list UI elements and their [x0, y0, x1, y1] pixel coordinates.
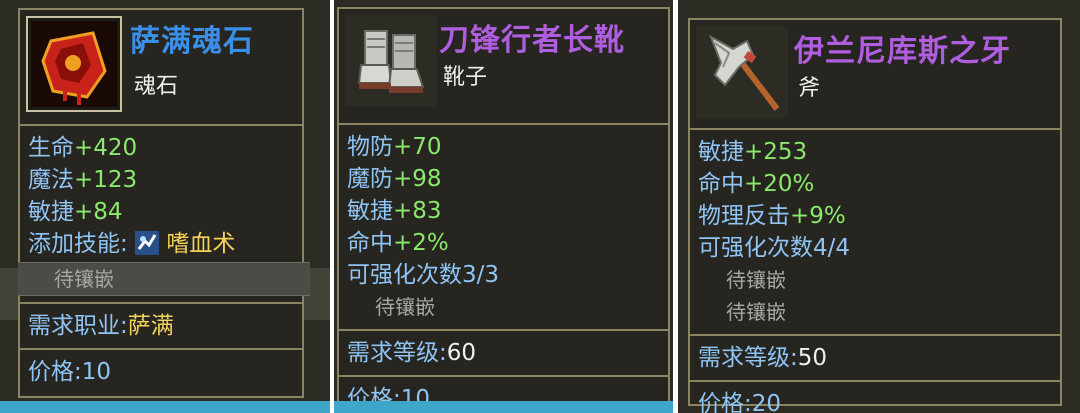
- requirement-row: 需求等级:50: [698, 342, 1060, 374]
- stat-label: 物理反击: [698, 203, 790, 229]
- stat-label: 魔防: [347, 166, 393, 192]
- stat-value: +70: [393, 134, 442, 160]
- requirement-row: 需求职业:萨满: [28, 310, 302, 342]
- gem-slot[interactable]: 待镶嵌: [36, 263, 310, 295]
- requirement-label: 需求职业:: [28, 313, 128, 339]
- divider: [690, 334, 1060, 336]
- tooltip-header: 刀锋行者长靴 靴子: [339, 9, 668, 125]
- gem-slot[interactable]: 待镶嵌: [347, 291, 668, 323]
- stat-value: +253: [744, 139, 808, 165]
- stat-label: 魔法: [28, 167, 74, 193]
- item-type: 斧: [798, 76, 821, 101]
- gem-slot-band: 待镶嵌: [18, 262, 310, 296]
- bloodlust-skill-icon: [135, 231, 160, 255]
- item-title: 萨满魂石: [130, 24, 254, 59]
- tooltip-card: 刀锋行者长靴 靴子 物防+70 魔防+98 敏捷+83 命中+2% 可强化次数3…: [337, 7, 670, 412]
- divider: [20, 302, 302, 304]
- stat-value: +84: [74, 199, 123, 225]
- requirement-value: 60: [446, 340, 477, 366]
- tooltip-card: 萨满魂石 魂石 生命+420 魔法+123 敏捷+84 添加技能: 嗜血术 待镶…: [18, 8, 310, 398]
- skill-name: 嗜血术: [166, 231, 236, 257]
- stat-label: 敏捷: [698, 139, 744, 165]
- divider: [339, 329, 668, 331]
- item-title: 伊兰尼库斯之牙: [794, 34, 1011, 69]
- stat-row: 敏捷+84: [28, 196, 302, 228]
- stats-list: 物防+70 魔防+98 敏捷+83 命中+2% 可强化次数3/3 待镶嵌 需求等…: [339, 125, 668, 413]
- stats-list: 生命+420 魔法+123 敏捷+84 添加技能: 嗜血术 待镶嵌 需求职业:萨…: [18, 126, 310, 388]
- stat-value: +2%: [393, 230, 449, 256]
- stat-label: 物防: [347, 134, 393, 160]
- item-icon-frame[interactable]: [26, 16, 122, 112]
- skill-row: 添加技能: 嗜血术: [28, 228, 302, 260]
- soulstone-icon: [31, 21, 117, 107]
- stat-row: 魔防+98: [347, 163, 668, 195]
- stats-list: 敏捷+253 命中+20% 物理反击+9% 可强化次数4/4 待镶嵌 待镶嵌 需…: [690, 130, 1060, 413]
- stat-label: 命中: [347, 230, 393, 256]
- stat-value: +98: [393, 166, 442, 192]
- background-water: [334, 401, 673, 413]
- price: 价格:10: [28, 359, 112, 385]
- axe-icon: [709, 34, 780, 111]
- tooltip-header: 伊兰尼库斯之牙 斧: [690, 20, 1060, 130]
- stat-label: 命中: [698, 171, 744, 197]
- stat-row: 物理反击+9%: [698, 200, 1060, 232]
- stat-value: +420: [74, 135, 138, 161]
- item-type: 魂石: [134, 74, 179, 99]
- stat-value: +20%: [744, 171, 815, 197]
- upgrade-count: 可强化次数4/4: [698, 235, 851, 261]
- divider: [339, 375, 668, 377]
- item-title: 刀锋行者长靴: [439, 23, 625, 58]
- item-tooltip-axe: 伊兰尼库斯之牙 斧 敏捷+253 命中+20% 物理反击+9% 可强化次数4/4…: [678, 0, 1080, 413]
- stat-label: 敏捷: [28, 199, 74, 225]
- boots-icon: [357, 30, 425, 93]
- stat-row: 物防+70: [347, 131, 668, 163]
- stat-value: +83: [393, 198, 442, 224]
- item-tooltip-soulstone: 萨满魂石 魂石 生命+420 魔法+123 敏捷+84 添加技能: 嗜血术 待镶…: [0, 0, 330, 413]
- stat-value: +123: [74, 167, 138, 193]
- stat-row: 命中+20%: [698, 168, 1060, 200]
- stat-row: 敏捷+83: [347, 195, 668, 227]
- item-tooltip-boots: 刀锋行者长靴 靴子 物防+70 魔防+98 敏捷+83 命中+2% 可强化次数3…: [334, 0, 673, 413]
- item-icon-frame[interactable]: [345, 15, 437, 107]
- item-type: 靴子: [443, 65, 488, 90]
- divider: [690, 380, 1060, 382]
- gem-slot[interactable]: 待镶嵌: [698, 264, 1060, 296]
- requirement-value: 萨满: [127, 313, 174, 339]
- upgrade-count: 可强化次数3/3: [347, 262, 500, 288]
- stat-label: 敏捷: [347, 198, 393, 224]
- requirement-label: 需求等级:: [698, 345, 798, 371]
- stat-value: +9%: [790, 203, 846, 229]
- divider: [20, 348, 302, 350]
- background-water: [0, 401, 330, 413]
- stat-row: 生命+420: [28, 132, 302, 164]
- requirement-label: 需求等级:: [347, 340, 447, 366]
- price: 价格:20: [698, 391, 782, 413]
- stat-row: 命中+2%: [347, 227, 668, 259]
- item-icon-frame[interactable]: [696, 26, 788, 118]
- gem-slot[interactable]: 待镶嵌: [698, 296, 1060, 328]
- requirement-value: 50: [797, 345, 828, 371]
- tooltip-header: 萨满魂石 魂石: [20, 10, 302, 126]
- skill-label: 添加技能:: [28, 231, 128, 257]
- stat-row: 敏捷+253: [698, 136, 1060, 168]
- tooltip-card: 伊兰尼库斯之牙 斧 敏捷+253 命中+20% 物理反击+9% 可强化次数4/4…: [688, 18, 1062, 413]
- requirement-row: 需求等级:60: [347, 337, 668, 369]
- stat-label: 生命: [28, 135, 74, 161]
- stat-row: 魔法+123: [28, 164, 302, 196]
